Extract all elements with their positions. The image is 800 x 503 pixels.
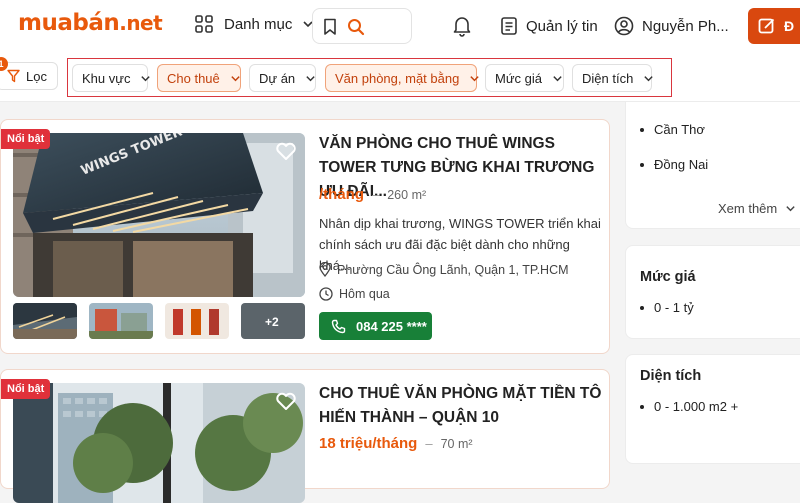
listing-price: /tháng xyxy=(319,186,364,203)
chevron-down-icon xyxy=(643,73,654,84)
listing-main-photo[interactable]: WINGS TOWER xyxy=(13,133,305,297)
area-item[interactable]: 0 - 1.000 m2 + xyxy=(640,399,738,414)
listing-thumbnail[interactable] xyxy=(165,303,229,339)
bullet xyxy=(640,305,644,310)
area-label: 0 - 1.000 m2 + xyxy=(654,399,739,414)
category-menu-label: Danh mục xyxy=(224,15,293,33)
listing-price-line: 18 triệu/tháng – 70 m² xyxy=(319,435,473,452)
price-label: 0 - 1 tỷ xyxy=(654,300,694,315)
chip-label: Khu vực xyxy=(82,70,131,86)
favorite-heart-icon[interactable] xyxy=(275,391,297,411)
chip-label: Diện tích xyxy=(582,70,634,86)
listing-time: Hôm qua xyxy=(319,287,390,301)
chevron-down-icon xyxy=(552,73,563,84)
manage-listings-link[interactable]: Quản lý tin xyxy=(500,16,598,36)
featured-badge: Nổi bật xyxy=(1,379,51,399)
bookmark-icon[interactable] xyxy=(323,18,337,36)
post-listing-button[interactable]: Đ xyxy=(748,8,800,44)
funnel-icon xyxy=(7,69,20,83)
listing-thumbnail[interactable] xyxy=(89,303,153,339)
call-button[interactable]: 084 225 **** xyxy=(319,312,432,340)
listing-main-photo[interactable] xyxy=(13,383,305,503)
listing-price-line: /tháng – 260 m² xyxy=(319,186,426,203)
map-pin-icon xyxy=(319,262,331,277)
post-listing-label: Đ xyxy=(784,18,795,34)
location-label: Cần Thơ xyxy=(654,122,705,137)
listing-price: 18 triệu/tháng xyxy=(319,435,418,452)
location-filter-panel: Cần Thơ Đồng Nai Xem thêm xyxy=(625,102,800,229)
chevron-down-icon xyxy=(230,73,241,84)
area-panel-title: Diện tích xyxy=(640,368,702,384)
edit-icon xyxy=(758,17,776,35)
chevron-down-icon xyxy=(469,73,480,84)
favorite-heart-icon[interactable] xyxy=(275,141,297,161)
listing-location-text: Phường Cầu Ông Lãnh, Quận 1, TP.HCM xyxy=(337,262,569,277)
search-icon[interactable] xyxy=(347,18,365,36)
listing-area: 70 m² xyxy=(440,437,473,451)
site-logo[interactable]: muabán.net xyxy=(18,10,163,36)
search-box[interactable] xyxy=(312,8,412,44)
chip-label: Văn phòng, mặt bằng xyxy=(335,70,460,86)
location-item[interactable]: Đồng Nai xyxy=(640,157,708,172)
call-number: 084 225 **** xyxy=(356,318,427,334)
chevron-down-icon xyxy=(305,73,316,84)
chip-label: Dự án xyxy=(259,70,296,86)
chip-van-phong-mat-bang[interactable]: Văn phòng, mặt bằng xyxy=(325,64,480,92)
see-more-label: Xem thêm xyxy=(718,201,778,216)
separator: – xyxy=(372,187,380,202)
user-name: Nguyễn Ph... xyxy=(642,17,729,35)
chip-label: Mức giá xyxy=(495,70,542,86)
clock-icon xyxy=(319,287,333,301)
location-item[interactable]: Cần Thơ xyxy=(640,122,705,137)
chevron-down-icon xyxy=(140,73,151,84)
chip-khu-vuc[interactable]: Khu vực xyxy=(72,64,151,92)
user-icon xyxy=(614,16,634,36)
separator: – xyxy=(425,436,433,451)
filter-label: Lọc xyxy=(26,68,47,84)
filter-bar: 1 Lọc Khu vực Cho thuê Dự án Văn phòng, … xyxy=(0,52,800,102)
listing-card[interactable]: Nổi bật CHO THUÊ VĂN PHÒNG MẶT TIỀN TÔ H… xyxy=(0,369,610,503)
listing-thumbnail[interactable] xyxy=(13,303,77,339)
listing-area: 260 m² xyxy=(387,188,427,202)
price-item[interactable]: 0 - 1 tỷ xyxy=(640,300,694,315)
bullet xyxy=(640,404,644,409)
price-panel-title: Mức giá xyxy=(640,269,696,285)
chip-label: Cho thuê xyxy=(167,70,220,86)
chip-du-an[interactable]: Dự án xyxy=(249,64,316,92)
document-icon xyxy=(500,16,518,36)
chip-dien-tich[interactable]: Diện tích xyxy=(572,64,654,92)
bell-icon[interactable] xyxy=(452,15,472,37)
price-filter-panel: Mức giá 0 - 1 tỷ xyxy=(625,245,800,339)
featured-badge: Nổi bật xyxy=(1,129,51,149)
user-account-menu[interactable]: Nguyễn Ph... xyxy=(614,16,729,36)
filter-button[interactable]: 1 Lọc xyxy=(0,57,58,90)
phone-icon xyxy=(331,319,346,334)
listing-title[interactable]: CHO THUÊ VĂN PHÒNG MẶT TIỀN TÔ HIẾN THÀN… xyxy=(319,382,604,430)
location-label: Đồng Nai xyxy=(654,157,709,172)
chip-muc-gia[interactable]: Mức giá xyxy=(485,64,564,92)
bullet xyxy=(640,127,644,132)
chevron-down-icon xyxy=(785,203,796,214)
listing-card[interactable]: Nổi bật WINGS TOWER +2 VĂN PHÒNG CHO THU… xyxy=(0,119,610,354)
listing-thumbnail-more[interactable]: +2 xyxy=(241,303,305,339)
manage-listings-label: Quản lý tin xyxy=(526,17,598,35)
listing-time-text: Hôm qua xyxy=(339,287,390,301)
chip-cho-thue[interactable]: Cho thuê xyxy=(157,64,241,92)
more-photos-count: +2 xyxy=(265,315,279,329)
grid-icon xyxy=(194,14,214,34)
area-filter-panel: Diện tích 0 - 1.000 m2 + xyxy=(625,354,800,464)
bullet xyxy=(640,162,644,167)
category-menu[interactable]: Danh mục xyxy=(194,14,314,34)
top-header: muabán.net Danh mục Quản lý tin Nguyễn P… xyxy=(0,0,800,52)
listing-location: Phường Cầu Ông Lãnh, Quận 1, TP.HCM xyxy=(319,262,569,277)
see-more-link[interactable]: Xem thêm xyxy=(718,201,796,216)
